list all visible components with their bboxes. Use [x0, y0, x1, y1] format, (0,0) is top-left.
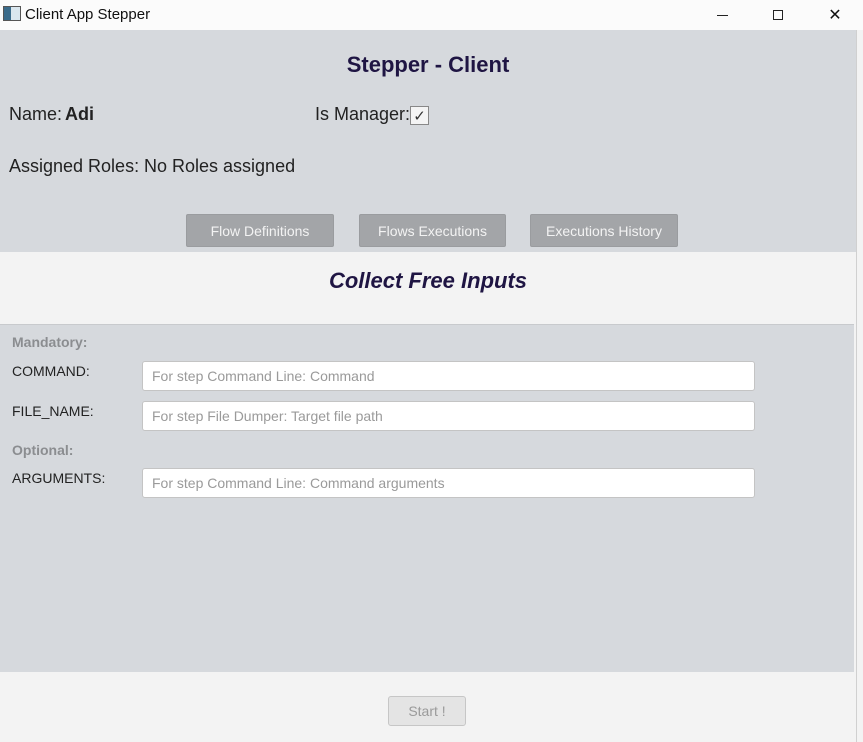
close-icon: ✕: [828, 7, 842, 24]
is-manager-label: Is Manager:: [315, 104, 411, 124]
app-icon: [3, 6, 21, 21]
free-inputs-panel: Mandatory: COMMAND: FILE_NAME: Optional:…: [0, 324, 854, 672]
arguments-label: ARGUMENTS:: [12, 470, 106, 486]
window-edge: [856, 30, 863, 742]
file-name-input[interactable]: [142, 401, 755, 431]
is-manager-checkbox[interactable]: ✓: [410, 106, 429, 125]
command-label: COMMAND:: [12, 363, 90, 379]
window-title: Client App Stepper: [25, 6, 151, 23]
user-info-panel: Stepper - Client Name: Adi Is Manager: ✓…: [0, 30, 856, 252]
section-title: Collect Free Inputs: [328, 268, 528, 293]
optional-group-label: Optional:: [12, 442, 74, 458]
assigned-roles-value: No Roles assigned: [144, 156, 296, 176]
minimize-button[interactable]: [694, 0, 750, 30]
close-button[interactable]: ✕: [807, 0, 863, 30]
flows-executions-button[interactable]: Flows Executions: [359, 214, 506, 247]
name-value: Adi: [65, 104, 94, 124]
arguments-input[interactable]: [142, 468, 755, 498]
command-input[interactable]: [142, 361, 755, 391]
executions-history-button[interactable]: Executions History: [530, 214, 678, 247]
flow-definitions-button[interactable]: Flow Definitions: [186, 214, 334, 247]
file-name-label: FILE_NAME:: [12, 403, 94, 419]
maximize-button[interactable]: [750, 0, 806, 30]
name-label: Name:: [9, 104, 63, 124]
minimize-icon: [716, 14, 728, 16]
title-bar: Client App Stepper ✕: [0, 0, 863, 30]
checkmark-icon: ✓: [413, 107, 426, 125]
page-title: Stepper - Client: [346, 52, 510, 77]
assigned-roles-label: Assigned Roles:: [9, 156, 140, 176]
maximize-icon: [773, 10, 783, 20]
start-button[interactable]: Start !: [388, 696, 466, 726]
mandatory-group-label: Mandatory:: [12, 334, 88, 350]
